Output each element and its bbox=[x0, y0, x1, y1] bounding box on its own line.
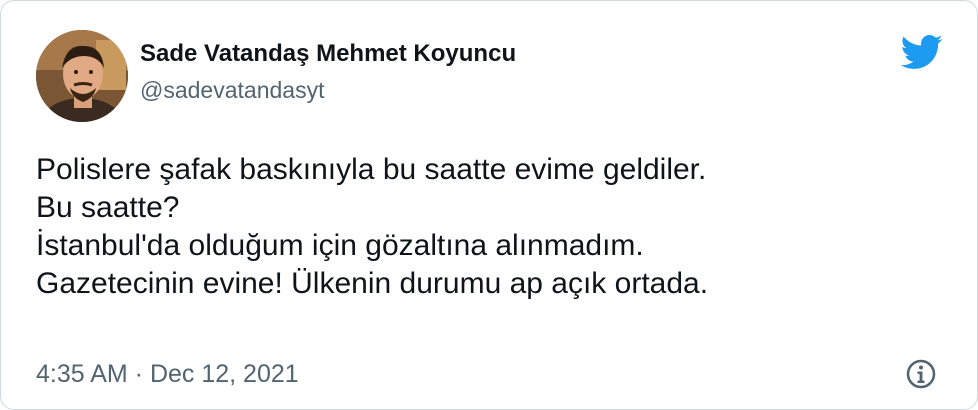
twitter-bird-icon[interactable] bbox=[899, 33, 943, 71]
tweet-line: İstanbul'da olduğum için gözaltına alınm… bbox=[36, 229, 644, 262]
tweet-line: Bu saatte? bbox=[36, 191, 180, 224]
tweet-line: Gazetecinin evine! Ülkenin durumu ap açı… bbox=[36, 267, 709, 300]
info-icon[interactable] bbox=[905, 358, 937, 390]
tweet-time: 4:35 AM bbox=[36, 360, 128, 388]
tweet-card: Sade Vatandaş Mehmet Koyuncu @sadevatand… bbox=[0, 0, 978, 410]
author-block[interactable]: Sade Vatandaş Mehmet Koyuncu @sadevatand… bbox=[140, 39, 516, 105]
profile-photo bbox=[36, 30, 128, 122]
tweet-timestamp[interactable]: 4:35 AM · Dec 12, 2021 bbox=[36, 358, 299, 390]
tweet-text: Polislere şafak baskınıyla bu saatte evi… bbox=[36, 151, 956, 303]
meta-separator: · bbox=[127, 360, 150, 388]
tweet-date: Dec 12, 2021 bbox=[149, 360, 299, 388]
tweet-line: Polislere şafak baskınıyla bu saatte evi… bbox=[36, 153, 707, 186]
author-display-name[interactable]: Sade Vatandaş Mehmet Koyuncu bbox=[140, 39, 516, 69]
avatar[interactable] bbox=[36, 30, 128, 122]
author-handle[interactable]: @sadevatandasyt bbox=[140, 75, 516, 105]
